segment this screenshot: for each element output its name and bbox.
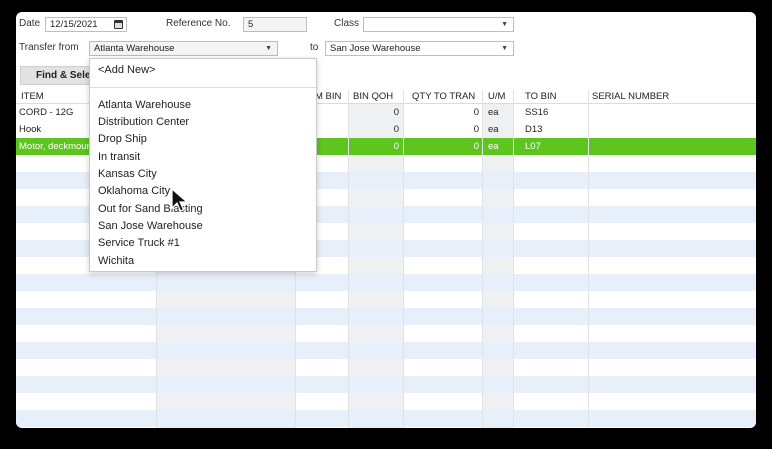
column-divider	[513, 90, 514, 428]
reference-label: Reference No.	[166, 18, 231, 29]
empty-row[interactable]	[16, 308, 756, 325]
dropdown-item[interactable]: Distribution Center	[98, 116, 189, 128]
row-um: ea	[488, 141, 499, 152]
row-um: ea	[488, 107, 499, 118]
header-serial-number[interactable]: SERIAL NUMBER	[592, 90, 669, 103]
row-qty: 0	[473, 107, 479, 118]
empty-row[interactable]	[16, 376, 756, 393]
row-bin-qoh: 0	[393, 141, 399, 152]
header-to-bin[interactable]: TO BIN	[525, 90, 557, 103]
empty-row[interactable]	[16, 410, 756, 427]
column-divider	[588, 90, 589, 428]
dropdown-separator	[90, 87, 316, 88]
class-select[interactable]: ▼	[363, 17, 514, 32]
transfer-from-select[interactable]: Atlanta Warehouse ▼	[89, 41, 278, 56]
header-from-bin[interactable]: M BIN	[315, 90, 341, 103]
calendar-icon[interactable]	[114, 20, 123, 29]
dropdown-item[interactable]: Service Truck #1	[98, 237, 180, 249]
chevron-down-icon: ▼	[501, 21, 508, 28]
dropdown-item[interactable]: In transit	[98, 151, 140, 163]
row-qty: 0	[473, 124, 479, 135]
header-um[interactable]: U/M	[488, 90, 505, 103]
dropdown-item[interactable]: San Jose Warehouse	[98, 220, 203, 232]
dropdown-item[interactable]: Drop Ship	[98, 133, 147, 145]
header-bin-qoh[interactable]: BIN QOH	[353, 90, 393, 103]
dropdown-item[interactable]: Wichita	[98, 255, 134, 267]
row-um: ea	[488, 124, 499, 135]
row-qty: 0	[473, 141, 479, 152]
dropdown-item[interactable]: Kansas City	[98, 168, 157, 180]
row-to-bin: L07	[525, 141, 541, 152]
header-item[interactable]: ITEM	[21, 90, 44, 103]
date-value: 12/15/2021	[50, 19, 98, 30]
dropdown-item[interactable]: Oklahoma City	[98, 185, 170, 197]
header-qty-to-tran[interactable]: QTY TO TRAN	[412, 90, 475, 103]
transfer-from-dropdown-list: <Add New> Atlanta Warehouse Distribution…	[89, 58, 317, 272]
empty-row[interactable]	[16, 274, 756, 291]
empty-row[interactable]	[16, 342, 756, 359]
dropdown-item[interactable]: Atlanta Warehouse	[98, 99, 191, 111]
transfer-to-select[interactable]: San Jose Warehouse ▼	[325, 41, 514, 56]
date-field[interactable]: 12/15/2021	[45, 17, 127, 32]
column-divider	[482, 90, 483, 428]
chevron-down-icon: ▼	[501, 45, 508, 52]
transfer-to-value: San Jose Warehouse	[330, 43, 421, 54]
column-divider	[403, 90, 404, 428]
dropdown-add-new[interactable]: <Add New>	[98, 64, 155, 76]
transfer-from-label: Transfer from	[19, 42, 79, 53]
chevron-down-icon: ▼	[265, 45, 272, 52]
class-label: Class	[334, 18, 360, 29]
row-bin-qoh: 0	[393, 124, 399, 135]
row-to-bin: D13	[525, 124, 543, 135]
row-to-bin: SS16	[525, 107, 549, 118]
transfer-from-value: Atlanta Warehouse	[94, 43, 175, 54]
to-label: to	[310, 42, 319, 53]
transfer-inventory-window: Date 12/15/2021 Reference No. 5 Class ▼ …	[16, 12, 756, 428]
date-label: Date	[19, 18, 41, 29]
mouse-pointer-icon	[171, 188, 189, 212]
row-bin-qoh: 0	[393, 107, 399, 118]
column-divider	[348, 90, 349, 428]
reference-value: 5	[248, 19, 254, 30]
reference-field[interactable]: 5	[243, 17, 307, 32]
